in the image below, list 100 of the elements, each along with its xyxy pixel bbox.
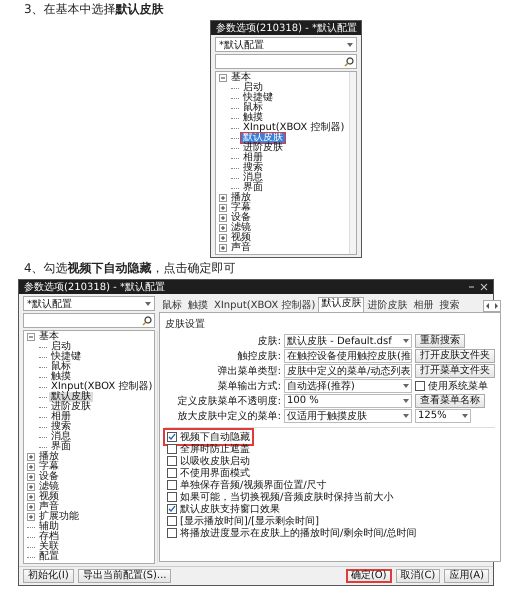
tree-item[interactable]: 存档 [37,532,61,542]
tree-item[interactable]: 字幕 [229,203,253,213]
tab[interactable]: XInput(XBOX 控制器) [211,299,318,312]
dialog-button[interactable]: 应用(A) [444,569,489,583]
search-icon[interactable] [344,56,354,66]
dialog-button[interactable]: 导出当前配置(S)... [78,569,172,583]
tree-item[interactable]: 进阶皮肤 [241,143,285,153]
checkbox[interactable] [167,444,177,454]
tab[interactable]: 搜索 [436,299,462,312]
setting-dropdown[interactable]: 默认皮肤 - Default.dsf [284,334,412,348]
tree-item[interactable]: 界面 [49,442,73,452]
tree-item[interactable]: 鼠标 [49,362,73,372]
checkbox[interactable] [167,504,177,514]
tree-item[interactable]: 快捷键 [49,352,83,362]
tree-item[interactable]: 基本 [37,332,61,342]
tree-item[interactable]: 设备 [229,213,253,223]
setting-label: 触控皮肤: [236,350,281,362]
scrollbar[interactable] [349,72,356,254]
tree-item[interactable]: 辅助 [37,522,61,532]
tree-item[interactable]: 视频 [229,233,253,243]
collapse-icon[interactable] [27,333,35,341]
setting-dropdown[interactable]: 在触控设备使用触控皮肤(推 [284,348,412,362]
tree-item[interactable]: 界面 [241,183,265,193]
expand-icon[interactable] [219,194,227,202]
expand-icon[interactable] [27,513,35,521]
expand-icon[interactable] [27,503,35,511]
expand-icon[interactable] [27,473,35,481]
tree-item[interactable]: 消息 [241,173,265,183]
scrollbar[interactable] [157,331,158,563]
expand-icon[interactable] [219,234,227,242]
checkbox[interactable] [167,468,177,478]
settings-button[interactable]: 打开菜单文件夹 [415,364,495,378]
tree-item[interactable]: 基本 [229,73,253,83]
checkbox[interactable] [415,380,425,390]
search-icon[interactable] [142,316,152,326]
checkbox[interactable] [167,432,177,442]
expand-icon[interactable] [27,463,35,471]
setting-dropdown[interactable]: 100 % [284,394,412,408]
window-controls-icon[interactable] [468,283,488,291]
tree-item[interactable]: 触摸 [49,372,73,382]
tree-item[interactable]: 相册 [49,412,73,422]
tree-item[interactable]: 搜索 [49,422,73,432]
setting-dropdown[interactable]: 自动选择(推荐) [284,378,412,392]
tab[interactable]: 进阶皮肤 [364,299,410,312]
zoom-dropdown[interactable]: 125% [415,408,471,422]
tree-item[interactable]: 进阶皮肤 [49,402,93,412]
checkbox[interactable] [167,480,177,490]
tree-item[interactable]: XInput(XBOX 控制器) [241,123,346,133]
setting-dropdown[interactable]: 皮肤中定义的菜单/动态列表 [284,364,412,378]
dialog-button[interactable]: 取消(C) [396,569,440,583]
tree-item[interactable]: XInput(XBOX 控制器) [49,382,154,392]
setting-dropdown[interactable]: 仅适用于触摸皮肤 [284,408,412,422]
tree-item[interactable]: 默认皮肤 [49,392,93,402]
tree-item[interactable]: 字幕 [37,462,61,472]
expand-icon[interactable] [27,483,35,491]
checkbox[interactable] [167,492,177,502]
tree-item[interactable]: 快捷键 [241,93,275,103]
tree-item[interactable]: 扩展功能 [37,512,81,522]
tree-item[interactable]: 视频 [37,492,61,502]
search-field[interactable] [215,54,357,69]
settings-button[interactable]: 打开皮肤文件夹 [415,348,495,362]
tab-scroll-arrows-icon[interactable] [483,300,501,312]
checkbox-label: 不使用界面模式 [180,466,250,480]
collapse-icon[interactable] [219,74,227,82]
tab[interactable]: 鼠标 [159,299,185,312]
tree-item[interactable]: 搜索 [241,163,265,173]
tree-item[interactable]: 配置 [37,552,61,562]
expand-icon[interactable] [219,204,227,212]
checkbox[interactable] [167,456,177,466]
expand-icon[interactable] [219,244,227,252]
settings-button[interactable]: 重新搜索 [415,334,465,348]
expand-icon[interactable] [27,493,35,501]
tree-item[interactable]: 播放 [229,193,253,203]
tree-item[interactable]: 声音 [37,502,61,512]
tree-item[interactable]: 鼠标 [241,103,265,113]
tree-item[interactable]: 启动 [241,83,265,93]
tree-item[interactable]: 启动 [49,342,73,352]
search-field[interactable] [23,313,155,328]
expand-icon[interactable] [219,224,227,232]
profile-dropdown[interactable]: *默认配置 [215,37,357,52]
tree-item[interactable]: 相册 [241,153,265,163]
checkbox[interactable] [167,528,177,538]
tab[interactable]: 默认皮肤 [318,297,364,312]
tree-item[interactable]: 消息 [49,432,73,442]
expand-icon[interactable] [27,453,35,461]
dialog-button[interactable]: 确定(O) [346,569,392,583]
tree-item[interactable]: 播放 [37,452,61,462]
tree-item[interactable]: 触摸 [241,113,265,123]
profile-dropdown[interactable]: *默认配置 [23,296,155,311]
tree-item[interactable]: 滤镜 [37,482,61,492]
settings-button[interactable]: 查看菜单名称 [415,394,485,408]
expand-icon[interactable] [219,214,227,222]
tree-item[interactable]: 关联 [37,542,61,552]
tab[interactable]: 触摸 [185,299,211,312]
tree-item[interactable]: 声音 [229,243,253,253]
dialog-button[interactable]: 初始化(I) [23,569,74,583]
tab[interactable]: 相册 [410,299,436,312]
tree-item[interactable]: 设备 [37,472,61,482]
tree-item[interactable]: 滤镜 [229,223,253,233]
checkbox[interactable] [167,516,177,526]
